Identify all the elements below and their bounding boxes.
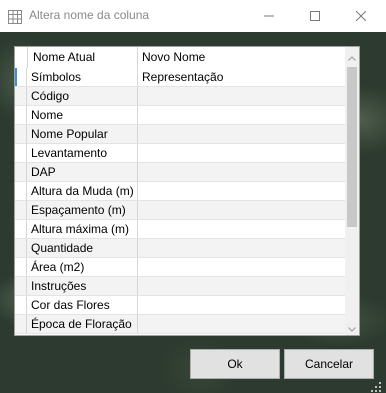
table-row[interactable]: Quantidade: [15, 239, 345, 258]
current-name-cell: Altura máxima (m): [28, 220, 138, 238]
current-name-cell: Altura da Muda (m): [28, 182, 138, 200]
row-header[interactable]: [15, 163, 27, 181]
new-name-cell[interactable]: [138, 258, 345, 276]
table-row[interactable]: Nome Popular: [15, 125, 345, 144]
new-name-cell[interactable]: [138, 125, 345, 143]
current-name-cell: Época de Floração: [28, 315, 138, 333]
table-row[interactable]: Espaçamento (m): [15, 201, 345, 220]
new-name-cell[interactable]: [138, 220, 345, 238]
table-row[interactable]: Área (m2): [15, 258, 345, 277]
current-name-cell: Nome Popular: [28, 125, 138, 143]
current-name-cell: Código: [28, 87, 138, 105]
row-header[interactable]: [15, 87, 27, 105]
row-header[interactable]: [15, 296, 27, 314]
current-name-cell: Nome: [28, 106, 138, 124]
current-name-cell: Cor das Flores: [28, 296, 138, 314]
resize-grip-icon[interactable]: [370, 378, 382, 392]
table-row[interactable]: Instruções: [15, 277, 345, 296]
table-row[interactable]: Levantamento: [15, 144, 345, 163]
row-header[interactable]: [15, 125, 27, 143]
row-header[interactable]: [15, 220, 27, 238]
current-name-cell: Quantidade: [28, 239, 138, 257]
table-row[interactable]: Altura da Muda (m): [15, 182, 345, 201]
chevron-down-icon: [348, 317, 356, 335]
close-icon: [356, 11, 366, 21]
row-header[interactable]: [15, 144, 27, 162]
minimize-button[interactable]: [246, 0, 292, 32]
table-row[interactable]: Código: [15, 87, 345, 106]
column-header-new-name[interactable]: Novo Nome: [138, 47, 345, 68]
row-header[interactable]: [15, 182, 27, 200]
table-row[interactable]: DAP: [15, 163, 345, 182]
new-name-cell[interactable]: [138, 315, 345, 333]
row-header[interactable]: [15, 106, 27, 124]
cancel-button[interactable]: Cancelar: [284, 349, 374, 379]
new-name-cell[interactable]: [138, 144, 345, 162]
column-rename-grid: Nome Atual Novo Nome Símbolos Representa…: [14, 46, 360, 336]
new-name-cell[interactable]: [138, 201, 345, 219]
current-name-cell: Espaçamento (m): [28, 201, 138, 219]
row-header[interactable]: [15, 68, 27, 86]
current-name-cell: Símbolos: [28, 68, 138, 86]
title-bar[interactable]: Altera nome da coluna: [0, 0, 386, 32]
chevron-up-icon: [348, 47, 356, 65]
row-header[interactable]: [15, 201, 27, 219]
scroll-up-button[interactable]: [345, 47, 359, 64]
close-button[interactable]: [338, 0, 384, 32]
dialog-window: Altera nome da coluna Nome Atual Novo No…: [0, 0, 386, 393]
table-row[interactable]: Nome: [15, 106, 345, 125]
new-name-cell[interactable]: [138, 87, 345, 105]
row-header[interactable]: [15, 315, 27, 333]
new-name-cell[interactable]: [138, 106, 345, 124]
row-header[interactable]: [15, 277, 27, 295]
maximize-icon: [310, 11, 320, 21]
current-name-cell: Levantamento: [28, 144, 138, 162]
current-name-cell: Instruções: [28, 277, 138, 295]
table-icon: [8, 9, 22, 24]
column-header-current-name[interactable]: Nome Atual: [28, 47, 138, 68]
row-header[interactable]: [15, 239, 27, 257]
current-name-cell: DAP: [28, 163, 138, 181]
scrollbar-thumb[interactable]: [347, 67, 357, 227]
table-row[interactable]: Época de Floração: [15, 315, 345, 334]
row-header[interactable]: [15, 258, 27, 276]
table-row[interactable]: Símbolos Representação: [15, 68, 345, 87]
row-header-corner: [15, 47, 28, 68]
maximize-button[interactable]: [292, 0, 338, 32]
new-name-cell[interactable]: [138, 182, 345, 200]
new-name-cell[interactable]: [138, 296, 345, 314]
table-row[interactable]: Altura máxima (m): [15, 220, 345, 239]
grid-rows: Símbolos Representação Código Nome Nome …: [15, 68, 345, 334]
vertical-scrollbar[interactable]: [345, 47, 359, 335]
table-row[interactable]: Cor das Flores: [15, 296, 345, 315]
new-name-cell[interactable]: Representação: [138, 68, 345, 86]
new-name-cell[interactable]: [138, 163, 345, 181]
grid-header: Nome Atual Novo Nome: [15, 47, 345, 69]
minimize-icon: [264, 11, 274, 21]
ok-button[interactable]: Ok: [190, 349, 280, 379]
scroll-down-button[interactable]: [345, 318, 359, 335]
grid-body: Nome Atual Novo Nome Símbolos Representa…: [15, 47, 345, 335]
current-name-cell: Área (m2): [28, 258, 138, 276]
new-name-cell[interactable]: [138, 277, 345, 295]
new-name-cell[interactable]: [138, 239, 345, 257]
window-title: Altera nome da coluna: [29, 8, 150, 22]
